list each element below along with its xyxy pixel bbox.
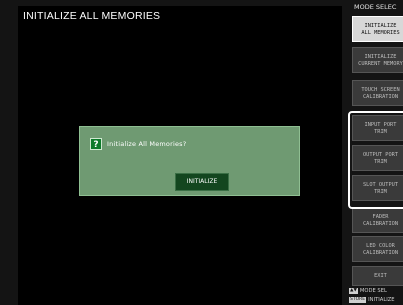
menu-item-touch-screen-calibration[interactable]: TOUCH SCREEN CALIBRATION xyxy=(352,80,403,106)
menu-item-input-port-trim[interactable]: INPUT PORT TRIM xyxy=(352,115,403,141)
menu-item-exit[interactable]: EXIT xyxy=(352,266,403,286)
menu-item-initialize-current-memory[interactable]: INITIALIZE CURRENT MEMORY xyxy=(352,47,403,73)
menu-item-output-port-trim[interactable]: OUTPUT PORT TRIM xyxy=(352,145,403,171)
footer-mode-select: ▲▼ MODE SEL xyxy=(349,288,387,294)
question-icon: ? xyxy=(90,138,102,150)
footer-store-label: INITIALIZE xyxy=(368,297,395,303)
screen: INITIALIZE ALL MEMORIES ? Initialize All… xyxy=(0,0,403,305)
page-title: INITIALIZE ALL MEMORIES xyxy=(23,10,161,22)
menu-item-slot-output-trim[interactable]: SLOT OUTPUT TRIM xyxy=(352,175,403,201)
initialize-button[interactable]: INITIALIZE xyxy=(175,173,229,191)
main-panel: INITIALIZE ALL MEMORIES ? Initialize All… xyxy=(18,6,342,305)
store-key-icon: STORE xyxy=(349,297,367,303)
footer-store: STORE INITIALIZE xyxy=(349,297,395,303)
dialog-message: Initialize All Memories? xyxy=(107,140,187,148)
mode-select-header: MODE SELEC xyxy=(354,3,397,11)
menu-item-led-color-calibration[interactable]: LED COLOR CALIBRATION xyxy=(352,236,403,262)
confirm-dialog: ? Initialize All Memories? INITIALIZE xyxy=(79,126,300,196)
menu-item-fader-calibration[interactable]: FADER CALIBRATION xyxy=(352,207,403,233)
arrow-keys-icon: ▲▼ xyxy=(349,288,358,294)
menu-item-initialize-all-memories[interactable]: INITIALIZE ALL MEMORIES xyxy=(352,16,403,42)
footer-mode-select-label: MODE SEL xyxy=(359,288,387,294)
